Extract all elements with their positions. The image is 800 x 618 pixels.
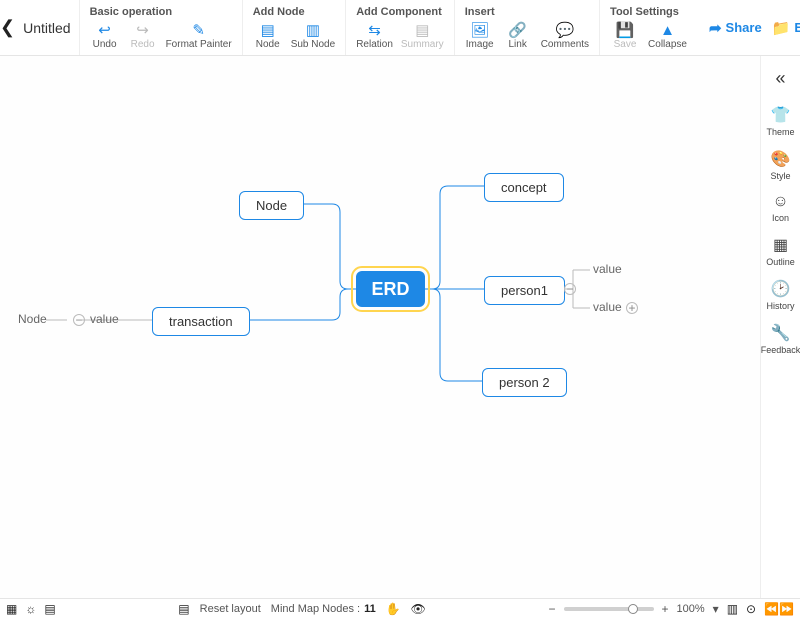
- side-style[interactable]: 🎨Style: [770, 143, 790, 187]
- status-bar: ▦ ☼ ▤ ▤ Reset layout Mind Map Nodes : 11…: [0, 598, 800, 618]
- reset-layout-button[interactable]: Reset layout: [200, 603, 261, 615]
- node-node[interactable]: Node: [239, 191, 304, 220]
- node-transaction[interactable]: transaction: [152, 307, 250, 336]
- side-outline[interactable]: ▦Outline: [766, 229, 795, 273]
- feedback-icon: 🔧: [771, 323, 791, 343]
- label-value[interactable]: value: [90, 312, 119, 326]
- relation-button[interactable]: ⇆ Relation: [354, 20, 395, 51]
- node-person1[interactable]: person1: [484, 276, 565, 305]
- redo-icon: ↪: [136, 21, 149, 39]
- side-feedback[interactable]: 🔧Feedback: [761, 317, 800, 361]
- zoom-knob[interactable]: [628, 604, 638, 614]
- share-icon: ➦: [709, 19, 722, 37]
- zoom-out-button[interactable]: −: [549, 602, 556, 616]
- node-icon: ▤: [261, 21, 275, 39]
- grid-icon[interactable]: ▤: [44, 602, 55, 616]
- outline-icon: ▦: [773, 235, 788, 255]
- icon-icon: ☺: [772, 193, 788, 211]
- brightness-icon[interactable]: ☼: [25, 602, 36, 616]
- group-tool-settings: Tool Settings: [608, 2, 689, 20]
- theme-icon: 👕: [771, 105, 791, 125]
- label-node[interactable]: Node: [18, 312, 47, 326]
- label-person1-value1[interactable]: value: [593, 262, 622, 276]
- gallery-icon[interactable]: ▦: [6, 602, 17, 616]
- node-concept[interactable]: concept: [484, 173, 564, 202]
- nodes-count: 11: [364, 603, 376, 615]
- paintbrush-icon: ✎: [192, 21, 205, 39]
- connector-transaction-value[interactable]: −: [73, 314, 85, 326]
- save-button[interactable]: 💾 Save: [608, 20, 642, 51]
- canvas[interactable]: ERD Node transaction concept person1 per…: [0, 56, 760, 598]
- side-theme[interactable]: 👕Theme: [766, 99, 794, 143]
- group-add-node: Add Node: [251, 2, 337, 20]
- comments-icon: 💬: [556, 21, 575, 39]
- collapse-icon: ▲: [660, 21, 675, 39]
- reset-layout-icon: ▤: [178, 602, 189, 616]
- back-button[interactable]: ❮: [0, 0, 15, 55]
- subnode-icon: ▥: [306, 21, 320, 39]
- fit-icon[interactable]: ▥: [727, 602, 738, 616]
- redo-button[interactable]: ↪ Redo: [126, 20, 160, 51]
- node-person2[interactable]: person 2: [482, 368, 567, 397]
- add-node-button[interactable]: ▤ Node: [251, 20, 285, 51]
- zoom-level: 100%: [677, 603, 705, 615]
- eye-icon[interactable]: 👁: [411, 602, 426, 616]
- collapse-button[interactable]: ▲ Collapse: [646, 20, 689, 51]
- fullscreen-icon[interactable]: ⏪⏩: [764, 602, 794, 616]
- zoom-slider[interactable]: [564, 607, 654, 611]
- insert-comments-button[interactable]: 💬 Comments: [539, 20, 591, 51]
- zoom-dropdown-icon[interactable]: ▾: [713, 602, 719, 616]
- side-icon[interactable]: ☺Icon: [772, 187, 789, 229]
- group-add-component: Add Component: [354, 2, 446, 20]
- relation-icon: ⇆: [368, 21, 381, 39]
- format-painter-button[interactable]: ✎ Format Painter: [164, 20, 234, 51]
- nodes-count-label: Mind Map Nodes :: [271, 603, 360, 615]
- node-erd[interactable]: ERD: [356, 271, 425, 307]
- group-insert: Insert: [463, 2, 591, 20]
- hand-tool-icon[interactable]: ✋: [386, 602, 401, 616]
- history-icon: 🕑: [771, 279, 791, 299]
- link-icon: 🔗: [508, 21, 527, 39]
- zoom-in-button[interactable]: +: [662, 602, 669, 616]
- add-child-person1[interactable]: +: [626, 302, 638, 314]
- collapse-side-button[interactable]: «: [775, 62, 785, 99]
- document-title[interactable]: Untitled: [15, 0, 78, 55]
- connectors: [0, 56, 760, 598]
- center-icon[interactable]: ⊙: [746, 602, 756, 616]
- export-icon: 📁: [772, 19, 791, 37]
- summary-icon: ▤: [415, 21, 429, 39]
- summary-button[interactable]: ▤ Summary: [399, 20, 446, 51]
- side-panel: « 👕Theme 🎨Style ☺Icon ▦Outline 🕑History …: [760, 56, 800, 598]
- undo-button[interactable]: ↩ Undo: [88, 20, 122, 51]
- undo-icon: ↩: [98, 21, 111, 39]
- style-icon: 🎨: [771, 149, 791, 169]
- label-person1-value2[interactable]: value: [593, 300, 622, 314]
- connector-person1[interactable]: −: [564, 283, 576, 295]
- group-basic-operation: Basic operation: [88, 2, 234, 20]
- image-icon: 🖼: [470, 21, 489, 39]
- save-icon: 💾: [616, 21, 635, 39]
- insert-image-button[interactable]: 🖼 Image: [463, 20, 497, 51]
- add-subnode-button[interactable]: ▥ Sub Node: [289, 20, 337, 51]
- insert-link-button[interactable]: 🔗 Link: [501, 20, 535, 51]
- side-history[interactable]: 🕑History: [766, 273, 794, 317]
- share-button[interactable]: ➦ Share: [709, 19, 762, 37]
- export-button[interactable]: 📁 Export: [772, 19, 800, 37]
